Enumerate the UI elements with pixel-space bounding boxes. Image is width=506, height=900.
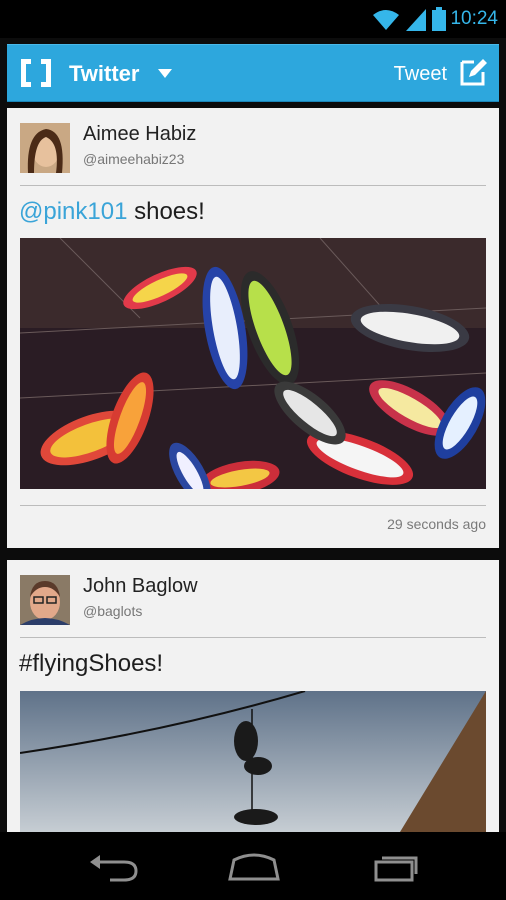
divider xyxy=(20,505,486,506)
tweet-button-label[interactable]: Tweet xyxy=(394,63,447,86)
account-switcher-label[interactable]: Twitter xyxy=(69,61,139,87)
tweet-photo[interactable] xyxy=(20,238,486,489)
home-icon[interactable] xyxy=(224,852,284,882)
tweet-body: shoes! xyxy=(127,198,205,225)
status-bar: 10:24 xyxy=(0,0,506,38)
recent-apps-icon[interactable] xyxy=(366,852,426,882)
signal-icon xyxy=(406,9,426,31)
tweet-text: @pink101 shoes! xyxy=(19,198,205,226)
avatar[interactable] xyxy=(20,123,70,173)
tweet-photo[interactable] xyxy=(20,691,486,832)
tweet-timestamp: 29 seconds ago xyxy=(387,516,486,532)
divider xyxy=(20,185,486,186)
user-name[interactable]: Aimee Habiz xyxy=(83,123,196,146)
action-bar: Twitter Tweet xyxy=(7,44,499,102)
wifi-icon xyxy=(373,10,399,30)
user-handle[interactable]: @baglots xyxy=(83,603,142,619)
chevron-down-icon[interactable] xyxy=(158,69,172,78)
compose-icon[interactable] xyxy=(459,57,487,87)
tweet-card[interactable]: Aimee Habiz @aimeehabiz23 @pink101 shoes… xyxy=(7,108,499,548)
mention-link[interactable]: @pink101 xyxy=(19,198,127,225)
back-icon[interactable] xyxy=(84,852,144,882)
battery-icon xyxy=(432,7,446,31)
divider xyxy=(20,637,486,638)
tweet-text: #flyingShoes! xyxy=(19,650,164,677)
tweet-card[interactable]: John Baglow @baglots #flyingShoes! xyxy=(7,560,499,832)
clock: 10:24 xyxy=(450,8,498,29)
app-logo-icon[interactable] xyxy=(19,57,53,89)
avatar[interactable] xyxy=(20,575,70,625)
user-name[interactable]: John Baglow xyxy=(83,575,198,598)
user-handle[interactable]: @aimeehabiz23 xyxy=(83,151,184,167)
navigation-bar xyxy=(0,832,506,900)
